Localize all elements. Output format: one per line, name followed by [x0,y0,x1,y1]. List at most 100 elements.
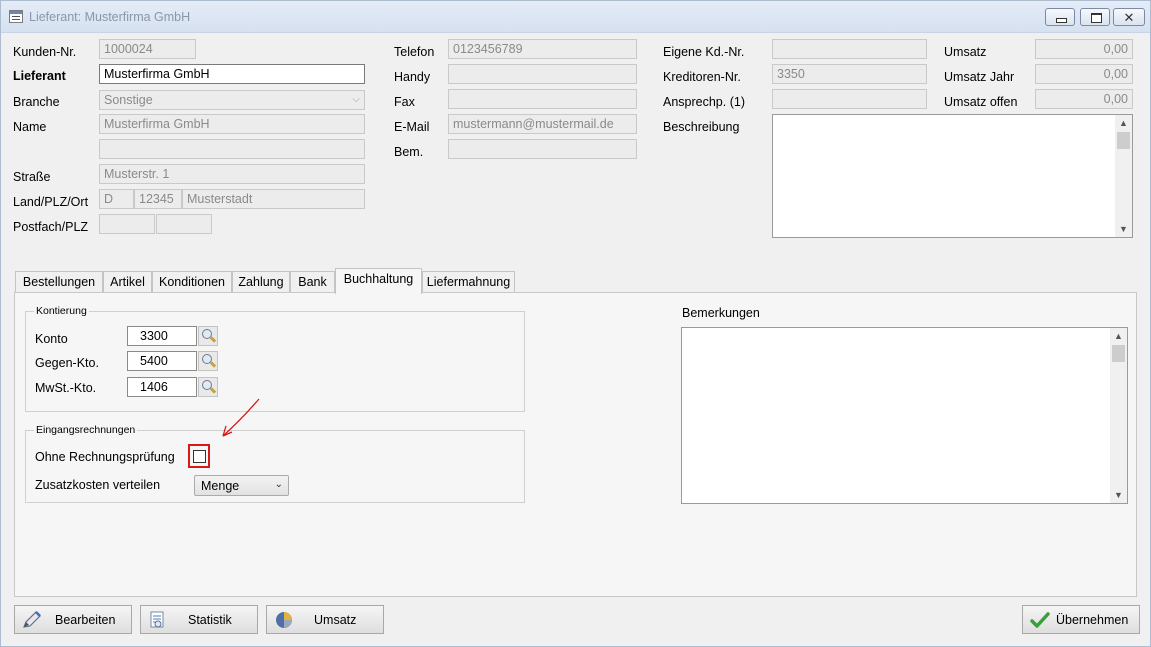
window-title: Lieferant: Musterfirma GmbH [29,10,191,24]
ohne-rechnungspruefung-checkbox[interactable] [193,450,206,463]
bem-field[interactable] [448,139,637,159]
ansprechp-label: Ansprechp. (1) [663,95,745,109]
zusatzkosten-select[interactable]: Menge ⌄ [194,475,289,496]
chevron-down-icon: ⌵ [352,94,360,105]
tab-konditionen[interactable]: Konditionen [152,271,232,293]
tab-artikel[interactable]: Artikel [103,271,152,293]
postfach-field[interactable] [99,214,155,234]
scroll-thumb[interactable] [1112,345,1125,362]
gegen-kto-label: Gegen-Kto. [35,356,99,370]
scroll-down-icon[interactable]: ▼ [1115,221,1132,237]
strasse-label: Straße [13,170,51,184]
fax-label: Fax [394,95,415,109]
gegen-kto-search-icon[interactable] [198,351,218,371]
email-label: E-Mail [394,120,430,134]
maximize-button[interactable] [1080,8,1110,26]
zusatzkosten-value: Menge [201,479,240,493]
konto-input[interactable]: 3300 [127,326,197,346]
umsatz-button-label: Umsatz [314,613,357,627]
kontierung-title: Kontierung [34,305,89,317]
umsatz-jahr-field[interactable]: 0,00 [1035,64,1133,84]
tab-bestellungen[interactable]: Bestellungen [15,271,103,293]
kreditoren-nr-field[interactable]: 3350 [772,64,927,84]
umsatz-button[interactable]: Umsatz [266,605,384,634]
tab-liefermahnung[interactable]: Liefermahnung [422,271,515,293]
email-field[interactable]: mustermann@mustermail.de [448,114,637,134]
statistik-label: Statistik [188,613,232,627]
statistik-button[interactable]: Statistik [140,605,258,634]
statistics-document-icon [150,611,164,628]
postfach-plz-field[interactable] [156,214,212,234]
telefon-field[interactable]: 0123456789 [448,39,637,59]
eigene-kd-nr-label: Eigene Kd.-Nr. [663,45,745,59]
strasse-field[interactable]: Musterstr. 1 [99,164,365,184]
name-field[interactable]: Musterfirma GmbH [99,114,365,134]
mwst-kto-label: MwSt.-Kto. [35,381,97,395]
land-field[interactable]: D [99,189,134,209]
kontierung-group: Kontierung [25,305,525,412]
ansprechp-field[interactable] [772,89,927,109]
tab-buchhaltung[interactable]: Buchhaltung [335,268,422,294]
scroll-thumb[interactable] [1117,132,1130,149]
telefon-label: Telefon [394,45,435,59]
mwst-kto-search-icon[interactable] [198,377,218,397]
checkmark-icon [1030,612,1050,628]
lieferant-label: Lieferant [13,69,66,83]
kunden-nr-field[interactable]: 1000024 [99,39,196,59]
bearbeiten-label: Bearbeiten [55,613,116,627]
app-form-icon [9,10,23,23]
umsatz-field[interactable]: 0,00 [1035,39,1133,59]
tab-bank[interactable]: Bank [290,271,335,293]
scroll-up-icon[interactable]: ▲ [1115,115,1132,131]
uebernehmen-button[interactable]: Übernehmen [1022,605,1140,634]
zusatzkosten-label: Zusatzkosten verteilen [35,478,161,492]
bemerkungen-label: Bemerkungen [682,306,760,320]
plz-field[interactable]: 12345 [134,189,182,209]
name-label: Name [13,120,47,134]
close-icon: ✕ [1123,10,1135,25]
konto-label: Konto [35,332,68,346]
fax-field[interactable] [448,89,637,109]
mwst-kto-input[interactable]: 1406 [127,377,197,397]
umsatz-offen-field[interactable]: 0,00 [1035,89,1133,109]
eigene-kd-nr-field[interactable] [772,39,927,59]
umsatz-offen-label: Umsatz offen [944,95,1018,109]
ort-field[interactable]: Musterstadt [182,189,365,209]
branche-label: Branche [13,95,60,109]
pencil-icon [23,611,41,628]
umsatz-jahr-label: Umsatz Jahr [944,70,1015,84]
scroll-up-icon[interactable]: ▲ [1110,328,1127,344]
close-button[interactable]: ✕ [1113,8,1145,26]
bemerkungen-scrollbar[interactable]: ▲ ▼ [1110,328,1127,503]
ohne-rechnungspruefung-label: Ohne Rechnungsprüfung [35,450,175,464]
title-bar: Lieferant: Musterfirma GmbH ✕ [1,1,1150,33]
name2-field[interactable] [99,139,365,159]
pie-chart-icon [276,612,292,628]
uebernehmen-label: Übernehmen [1056,613,1129,627]
postfach-label: Postfach/PLZ [13,220,89,234]
beschreibung-scrollbar[interactable]: ▲ ▼ [1115,115,1132,237]
umsatz-label: Umsatz [944,45,987,59]
chevron-down-icon: ⌄ [274,479,283,490]
land-plz-ort-label: Land/PLZ/Ort [13,195,89,209]
handy-label: Handy [394,70,431,84]
lieferant-input[interactable]: Musterfirma GmbH [99,64,365,84]
minimize-button[interactable] [1045,8,1075,26]
annotation-arrow-icon [222,398,260,437]
bemerkungen-textarea[interactable]: ▲ ▼ [681,327,1128,504]
kunden-nr-label: Kunden-Nr. [13,45,77,59]
branche-value: Sonstige [104,93,153,107]
handy-field[interactable] [448,64,637,84]
tab-zahlung[interactable]: Zahlung [232,271,290,293]
kreditoren-nr-label: Kreditoren-Nr. [663,70,741,84]
eingangsrechnungen-title: Eingangsrechnungen [34,424,138,436]
beschreibung-label: Beschreibung [663,120,740,134]
bem-label: Bem. [394,145,424,159]
gegen-kto-input[interactable]: 5400 [127,351,197,371]
branche-combo[interactable]: Sonstige ⌵ [99,90,365,110]
scroll-down-icon[interactable]: ▼ [1110,487,1127,503]
beschreibung-textarea[interactable]: ▲ ▼ [772,114,1133,238]
bearbeiten-button[interactable]: Bearbeiten [14,605,132,634]
konto-search-icon[interactable] [198,326,218,346]
supplier-window: Lieferant: Musterfirma GmbH ✕ Kunden-Nr.… [0,0,1151,647]
